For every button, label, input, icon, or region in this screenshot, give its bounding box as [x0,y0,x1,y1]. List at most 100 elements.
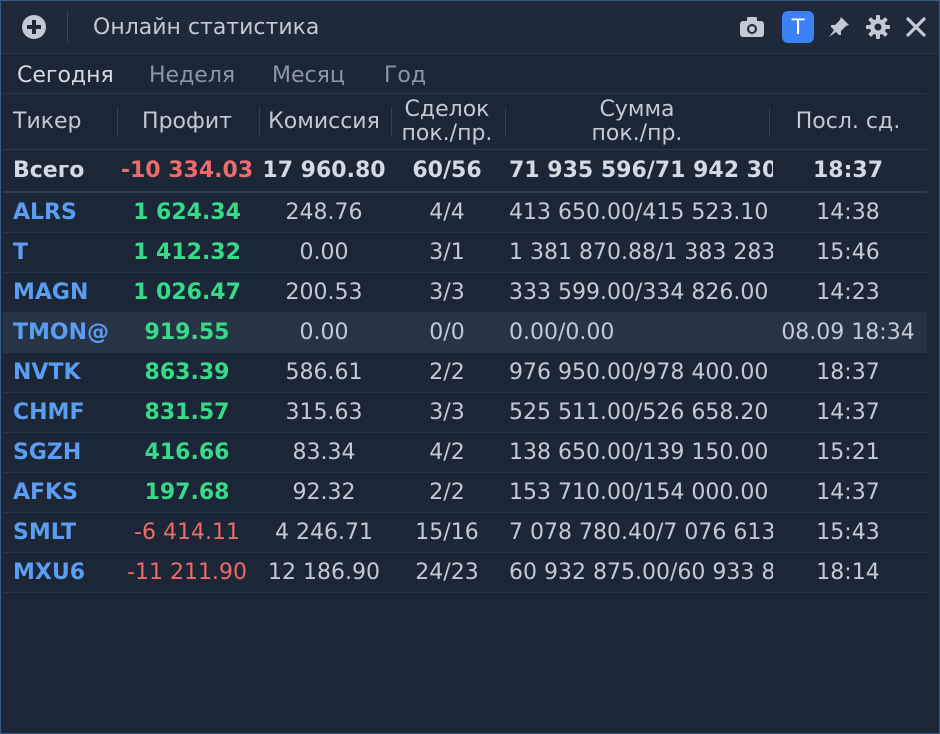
statistics-window: Онлайн статистика T Сегодня Неделя Месяц… [0,0,940,734]
last-deal-cell: 15:46 [816,240,880,265]
deals-cell: 2/2 [429,480,465,505]
ticker-cell: MXU6 [13,560,86,585]
tab-today[interactable]: Сегодня [17,63,114,88]
last-deal-cell: 14:37 [816,400,880,425]
column-header-sum[interactable]: Сумма пок./пр. [505,94,769,149]
table-row[interactable]: AFKS 197.68 92.32 2/2 153 710.00/154 000.00 1… [3,473,927,513]
table-row[interactable]: CHMF 831.57 315.63 3/3 525 511.00/526 658.20… [3,393,927,433]
sum-cell: 7 078 780.40/7 076 613 [509,520,773,545]
profit-cell: 1 026.47 [133,280,241,305]
commission-cell: 92.32 [292,480,356,505]
last-deal-cell: 15:21 [816,440,880,465]
ticker-cell: MAGN [13,280,89,305]
total-label: Всего [13,158,85,183]
sum-cell: 525 511.00/526 658.20 [509,400,769,425]
last-deal-cell: 14:23 [816,280,880,305]
ticker-cell: SGZH [13,440,82,465]
table-row[interactable]: TMON@ 919.55 0.00 0/0 0.00/0.00 08.09 18:34 [3,313,927,353]
statistics-table: Тикер Профит Комиссия Сделок пок./пр. Сум… [3,93,927,593]
column-header-ticker[interactable]: Тикер [13,94,117,149]
ticker-cell: T [13,240,29,265]
header-label: Профит [142,108,232,134]
camera-icon[interactable] [737,12,767,42]
header-sublabel: пок./пр. [591,120,683,146]
close-icon[interactable] [901,12,931,42]
total-commission: 17 960.80 [262,158,386,183]
column-header-profit[interactable]: Профит [117,94,257,149]
add-icon[interactable] [21,14,47,40]
column-header-deals[interactable]: Сделок пок./пр. [391,94,503,149]
total-last-deal: 18:37 [812,158,884,183]
total-sum: 71 935 596/71 942 30 [509,158,773,183]
profit-cell: 197.68 [144,480,230,505]
table-row[interactable]: MAGN 1 026.47 200.53 3/3 333 599.00/334 826.… [3,273,927,313]
sum-cell: 333 599.00/334 826.00 [509,280,769,305]
header-sublabel: пок./пр. [401,120,493,146]
t-toggle-button[interactable]: T [782,11,814,43]
header-label: Сумма [599,96,675,122]
profit-cell: 831.57 [144,400,230,425]
header-label: Посл. сд. [795,108,901,134]
tab-year[interactable]: Год [384,63,426,88]
table-row[interactable]: NVTK 863.39 586.61 2/2 976 950.00/978 400.00… [3,353,927,393]
profit-cell: -6 414.11 [134,520,240,545]
deals-cell: 3/3 [429,280,465,305]
deals-cell: 3/3 [429,400,465,425]
sum-cell: 153 710.00/154 000.00 [509,480,769,505]
ticker-cell: NVTK [13,360,81,385]
sum-cell: 1 381 870.88/1 383 283 [509,240,773,265]
title-bar: Онлайн статистика T [1,1,939,54]
commission-cell: 248.76 [285,200,363,225]
profit-cell: 863.39 [144,360,230,385]
deals-cell: 0/0 [429,320,465,345]
ticker-cell: ALRS [13,200,77,225]
table-row[interactable]: SMLT -6 414.11 4 246.71 15/16 7 078 780.40/7… [3,513,927,553]
commission-cell: 83.34 [292,440,356,465]
ticker-cell: TMON@ [13,320,110,345]
last-deal-cell: 08.09 18:34 [781,320,915,345]
table-header: Тикер Профит Комиссия Сделок пок./пр. Сум… [3,93,927,150]
deals-cell: 4/4 [429,200,465,225]
total-profit: -10 334.03 [120,158,254,183]
deals-cell: 2/2 [429,360,465,385]
table-body: ALRS 1 624.34 248.76 4/4 413 650.00/415 523.… [3,193,927,593]
window-title: Онлайн статистика [93,15,320,40]
profit-cell: 1 412.32 [133,240,241,265]
commission-cell: 315.63 [285,400,363,425]
last-deal-cell: 15:43 [816,520,880,545]
table-row[interactable]: ALRS 1 624.34 248.76 4/4 413 650.00/415 523.… [3,193,927,233]
ticker-cell: CHMF [13,400,85,425]
profit-cell: 1 624.34 [133,200,241,225]
commission-cell: 0.00 [299,240,349,265]
header-label: Комиссия [268,108,380,134]
tab-month[interactable]: Месяц [272,63,345,88]
sum-cell: 976 950.00/978 400.00 [509,360,769,385]
sum-cell: 0.00/0.00 [509,320,615,345]
table-row[interactable]: T 1 412.32 0.00 3/1 1 381 870.88/1 383 283 15… [3,233,927,273]
commission-cell: 200.53 [285,280,363,305]
deals-cell: 24/23 [415,560,479,585]
pin-icon[interactable] [824,12,854,42]
table-row[interactable]: SGZH 416.66 83.34 4/2 138 650.00/139 150.00 1… [3,433,927,473]
column-header-commission[interactable]: Комиссия [259,94,389,149]
table-row[interactable]: MXU6 -11 211.90 12 186.90 24/23 60 932 875.0… [3,553,927,593]
sum-cell: 138 650.00/139 150.00 [509,440,769,465]
period-tabs: Сегодня Неделя Месяц Год [1,54,939,94]
column-header-last-deal[interactable]: Посл. сд. [769,94,927,149]
tab-week[interactable]: Неделя [149,63,235,88]
ticker-cell: SMLT [13,520,77,545]
commission-cell: 12 186.90 [268,560,380,585]
profit-cell: -11 211.90 [127,560,247,585]
total-row: Всего -10 334.03 17 960.80 60/56 71 935 … [3,150,927,193]
profit-cell: 416.66 [144,440,230,465]
deals-cell: 3/1 [429,240,465,265]
gear-icon[interactable] [863,12,893,42]
profit-cell: 919.55 [144,320,230,345]
deals-cell: 15/16 [415,520,479,545]
commission-cell: 586.61 [285,360,363,385]
last-deal-cell: 14:37 [816,480,880,505]
commission-cell: 0.00 [299,320,349,345]
deals-cell: 4/2 [429,440,465,465]
last-deal-cell: 14:38 [816,200,880,225]
header-label: Тикер [13,108,82,134]
